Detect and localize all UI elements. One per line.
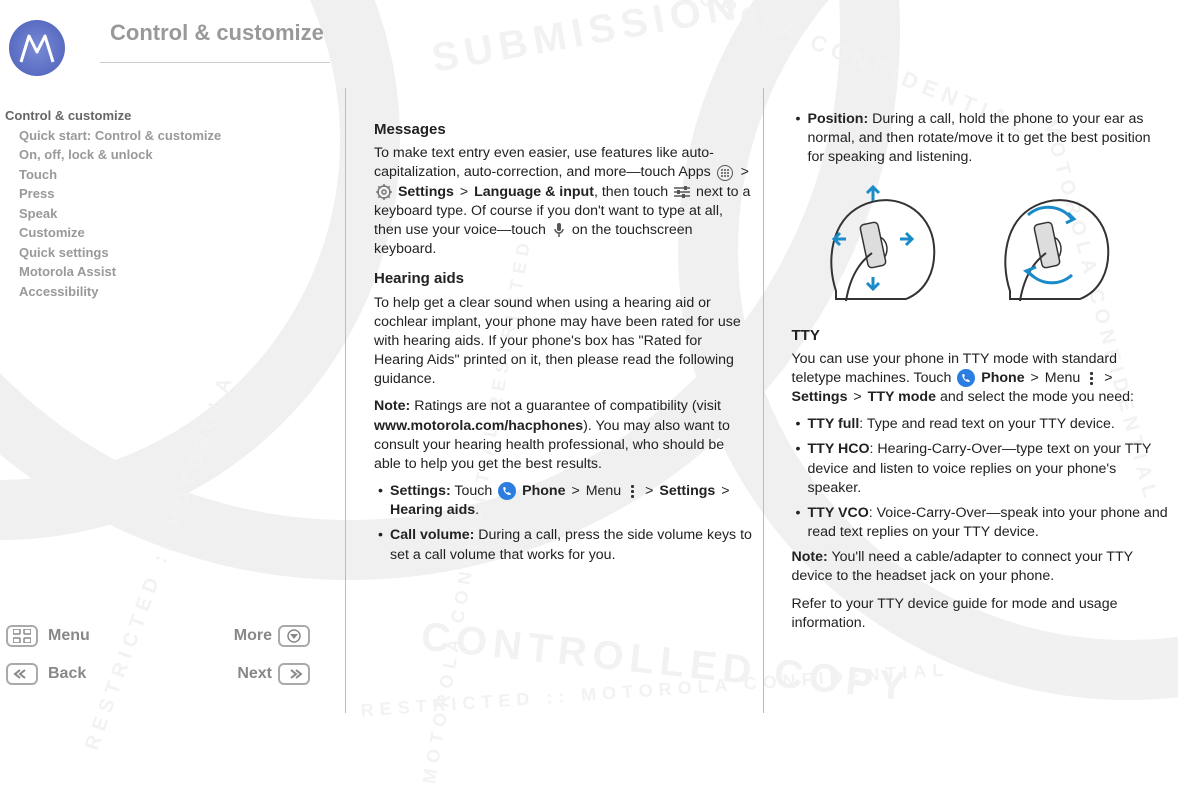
text-menu: Menu [586, 483, 622, 499]
nav-item-quickstart[interactable]: Quick start: Control & customize [19, 126, 345, 146]
tty-note: Note: You'll need a cable/adapter to con… [792, 548, 1171, 586]
text-phone: Phone [981, 370, 1024, 386]
page-title: Control & customize [110, 20, 324, 46]
next-button[interactable] [278, 663, 310, 685]
text-language-input: Language & input [474, 184, 594, 200]
gear-icon [376, 184, 392, 200]
hearing-settings-item: Settings: Touch Phone > Menu > Settings … [374, 482, 753, 520]
label: TTY HCO [808, 441, 870, 457]
nav-item-quicksettings[interactable]: Quick settings [19, 243, 345, 263]
back-label: Back [44, 665, 161, 683]
phone-icon [498, 482, 516, 500]
text: and select the mode you need: [940, 389, 1134, 405]
tty-heading: TTY [792, 326, 1171, 346]
arrow-icon: > [460, 184, 468, 200]
label: Call volume: [390, 527, 474, 543]
text: Ratings are not a guarantee of compatibi… [410, 398, 721, 414]
text-hearing-aids: Hearing aids [390, 502, 475, 518]
label: Position: [808, 111, 869, 127]
text: You'll need a cable/adapter to connect y… [792, 549, 1133, 584]
arrow-icon: > [721, 483, 729, 499]
more-button[interactable] [278, 625, 310, 647]
label: TTY VCO [808, 505, 869, 521]
column-divider-2 [763, 88, 764, 713]
mic-icon [552, 222, 566, 238]
text: : Type and read text on your TTY device. [859, 416, 1115, 432]
arrow-icon: > [741, 164, 749, 180]
text-settings: Settings [792, 389, 848, 405]
note-url: www.motorola.com/hacphones [374, 418, 583, 434]
hearing-aids-note: Note: Ratings are not a guarantee of com… [374, 397, 753, 474]
messages-heading: Messages [374, 120, 753, 140]
arrow-icon: > [571, 483, 579, 499]
illustration-head-right [980, 181, 1130, 311]
text: To make text entry even easier, use feat… [374, 145, 715, 180]
grid-icon [13, 629, 31, 643]
text-settings: Settings [398, 184, 454, 200]
menu-dots-icon [1086, 370, 1096, 386]
sliders-icon [674, 185, 690, 199]
hearing-aids-p1: To help get a clear sound when using a h… [374, 294, 753, 390]
label: Settings: [390, 483, 451, 499]
menu-button[interactable] [6, 625, 38, 647]
note-label: Note: [374, 398, 410, 414]
nav-item-touch[interactable]: Touch [19, 165, 345, 185]
text: Touch [451, 483, 496, 499]
tty-full-item: TTY full: Type and read text on your TTY… [792, 415, 1171, 434]
more-label: More [161, 627, 278, 645]
section-nav: Control & customize Quick start: Control… [5, 106, 345, 301]
motorola-logo-icon [17, 28, 57, 68]
content-column-1: Messages To make text entry even easier,… [358, 0, 763, 713]
tty-hco-item: TTY HCO: Hearing-Carry-Over—type text on… [792, 440, 1171, 498]
nav-item-accessibility[interactable]: Accessibility [19, 282, 345, 302]
footer-controls: Menu More Back Next [6, 621, 316, 689]
nav-item-speak[interactable]: Speak [19, 204, 345, 224]
next-icon [284, 668, 304, 680]
tty-vco-item: TTY VCO: Voice-Carry-Over—speak into you… [792, 504, 1171, 542]
menu-label: Menu [44, 627, 161, 645]
nav-item-assist[interactable]: Motorola Assist [19, 262, 345, 282]
back-icon [12, 668, 32, 680]
tty-refer: Refer to your TTY device guide for mode … [792, 595, 1171, 633]
text-tty-mode: TTY mode [868, 389, 936, 405]
arrow-icon: > [645, 483, 653, 499]
call-volume-item: Call volume: During a call, press the si… [374, 526, 753, 564]
nav-item-onoff[interactable]: On, off, lock & unlock [19, 145, 345, 165]
back-button[interactable] [6, 663, 38, 685]
next-label: Next [161, 665, 278, 683]
nav-item-customize[interactable]: Customize [19, 223, 345, 243]
phone-icon [957, 369, 975, 387]
nav-item-press[interactable]: Press [19, 184, 345, 204]
hearing-aids-heading: Hearing aids [374, 269, 753, 289]
arrow-icon: > [1104, 370, 1112, 386]
text-menu: Menu [1045, 370, 1081, 386]
motorola-logo [9, 20, 65, 76]
arrow-icon: > [853, 389, 861, 405]
tty-p1: You can use your phone in TTY mode with … [792, 350, 1171, 408]
apps-icon [717, 165, 733, 181]
column-divider-1 [345, 88, 346, 713]
dropdown-icon [285, 629, 303, 643]
position-illustration [806, 176, 1171, 316]
messages-paragraph: To make text entry even easier, use feat… [374, 144, 753, 259]
nav-root[interactable]: Control & customize [5, 106, 345, 126]
position-item: Position: During a call, hold the phone … [792, 110, 1171, 168]
arrow-icon: > [1031, 370, 1039, 386]
menu-dots-icon [627, 483, 637, 499]
title-rule [100, 62, 330, 63]
left-pane: Control & customize Control & customize … [0, 0, 345, 713]
illustration-head-left [806, 181, 956, 311]
text-settings: Settings [659, 483, 715, 499]
content-column-2: Position: During a call, hold the phone … [776, 0, 1178, 713]
text-phone: Phone [522, 483, 565, 499]
text: , then touch [594, 184, 672, 200]
label: TTY full [808, 416, 860, 432]
note-label: Note: [792, 549, 828, 565]
